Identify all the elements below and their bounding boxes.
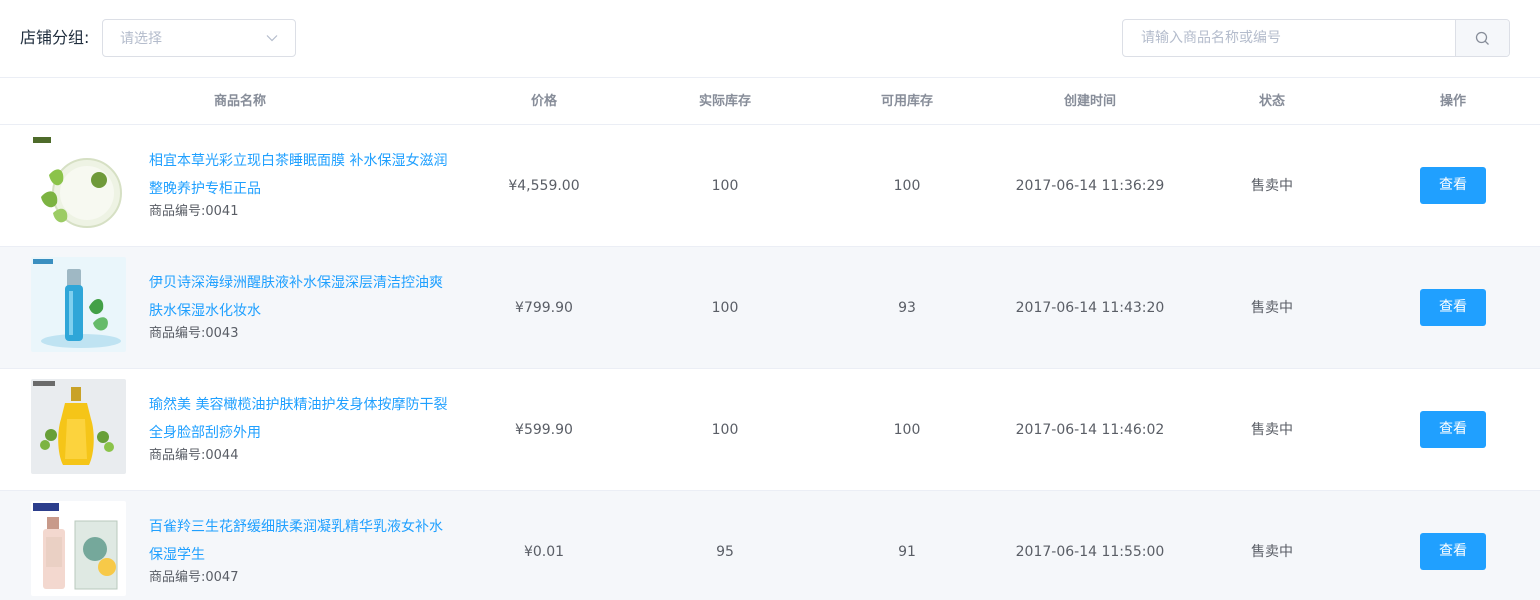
store-group-select[interactable]: 请选择 [102, 19, 296, 57]
search-box [1122, 19, 1510, 57]
product-name-link[interactable]: 相宜本草光彩立现白茶睡眠面膜 补水保湿女滋润整晚养护专柜正品 [149, 147, 449, 203]
table-header: 商品名称 价格 实际库存 可用库存 创建时间 状态 操作 [0, 79, 1540, 125]
column-header-created: 创建时间 [1063, 94, 1116, 109]
product-created-time: 2017-06-14 11:43:20 [1015, 300, 1165, 316]
product-code: 商品编号:0044 [149, 448, 239, 463]
product-price: ¥799.90 [515, 300, 573, 316]
product-status: 售卖中 [1251, 422, 1293, 438]
product-price: ¥4,559.00 [508, 178, 580, 194]
product-available-stock: 91 [898, 544, 916, 560]
product-stock: 100 [711, 300, 739, 316]
product-name-link[interactable]: 瑜然美 美容橄榄油护肤精油护发身体按摩防干裂全身脸部刮痧外用 [149, 391, 449, 447]
table-row: 瑜然美 美容橄榄油护肤精油护发身体按摩防干裂全身脸部刮痧外用 商品编号:0044… [0, 369, 1540, 491]
product-stock: 100 [711, 422, 739, 438]
view-button[interactable]: 查看 [1420, 289, 1486, 326]
table-row: 百雀羚三生花舒缓细肤柔润凝乳精华乳液女补水保湿学生 商品编号:0047 ¥0.0… [0, 491, 1540, 600]
view-button[interactable]: 查看 [1420, 533, 1486, 570]
search-icon [1475, 31, 1489, 45]
product-name-link[interactable]: 百雀羚三生花舒缓细肤柔润凝乳精华乳液女补水保湿学生 [149, 513, 449, 569]
search-input[interactable] [1123, 20, 1457, 56]
column-header-available: 可用库存 [880, 94, 933, 109]
table-row: 相宜本草光彩立现白茶睡眠面膜 补水保湿女滋润整晚养护专柜正品 商品编号:0041… [0, 125, 1540, 247]
column-header-stock: 实际库存 [698, 94, 751, 109]
view-button[interactable]: 查看 [1420, 167, 1486, 204]
product-code: 商品编号:0043 [149, 326, 239, 341]
column-header-price: 价格 [530, 94, 557, 109]
product-stock: 100 [711, 178, 739, 194]
product-created-time: 2017-06-14 11:36:29 [1015, 178, 1165, 194]
store-group-label: 店铺分组: [20, 28, 90, 47]
product-status: 售卖中 [1251, 544, 1293, 560]
view-button[interactable]: 查看 [1420, 411, 1486, 448]
product-available-stock: 100 [893, 178, 921, 194]
product-price: ¥0.01 [523, 544, 565, 560]
product-available-stock: 100 [893, 422, 921, 438]
toolbar: 店铺分组: 请选择 [0, 0, 1540, 78]
product-image [31, 501, 126, 596]
column-header-status: 状态 [1258, 94, 1285, 109]
product-created-time: 2017-06-14 11:55:00 [1015, 544, 1165, 560]
product-image [31, 379, 126, 474]
product-code: 商品编号:0047 [149, 570, 239, 585]
product-status: 售卖中 [1251, 300, 1293, 316]
search-button[interactable] [1455, 20, 1509, 56]
product-price: ¥599.90 [515, 422, 573, 438]
store-group-placeholder: 请选择 [120, 31, 162, 47]
chevron-down-icon [266, 35, 278, 42]
product-code: 商品编号:0041 [149, 204, 239, 219]
product-image [31, 257, 126, 352]
column-header-action: 操作 [1439, 94, 1466, 109]
product-name-link[interactable]: 伊贝诗深海绿洲醒肤液补水保湿深层清洁控油爽肤水保湿水化妆水 [149, 269, 449, 325]
product-status: 售卖中 [1251, 178, 1293, 194]
product-stock: 95 [716, 544, 734, 560]
table-row: 伊贝诗深海绿洲醒肤液补水保湿深层清洁控油爽肤水保湿水化妆水 商品编号:0043 … [0, 247, 1540, 369]
product-available-stock: 93 [898, 300, 916, 316]
product-image [31, 135, 126, 230]
product-created-time: 2017-06-14 11:46:02 [1015, 422, 1165, 438]
column-header-name: 商品名称 [213, 94, 266, 109]
